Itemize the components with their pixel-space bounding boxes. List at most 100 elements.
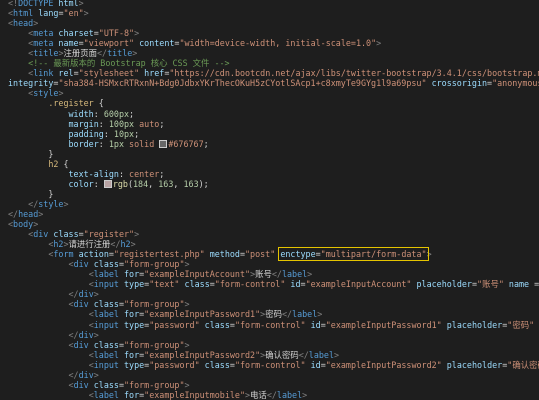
code-token: , [173,178,184,189]
code-token: color [68,178,94,189]
code-token: </ [110,239,121,250]
code-token: class [88,259,119,270]
code-line[interactable]: <!DOCTYPE html> [0,0,539,8]
code-token: margin [68,118,99,129]
code-line[interactable]: <h2>请进行注册</h2> [0,239,539,249]
code-line[interactable]: <title>注册页面</title> [0,48,539,58]
code-token: "form-group" [124,379,185,390]
code-line[interactable]: </head> [0,209,539,219]
code-token: center [129,168,160,179]
code-line[interactable]: <form action="registertest.php" method="… [0,247,539,262]
code-token: input [93,359,119,370]
code-line[interactable]: </div> [0,330,539,340]
code-token: : [98,118,109,129]
code-line[interactable]: </div> [0,289,539,299]
code-token: "exampleInputPassword1" [144,309,261,320]
code-line[interactable]: integrity="sha384-HSMxcRTRxnN+Bdg0JdbxYK… [0,78,539,88]
code-token: ; [129,108,135,119]
code-token: label [93,349,119,360]
code-line[interactable]: <label for="exampleInputmobile">电话</labe… [0,390,539,400]
code-token: div [73,259,89,270]
code-line[interactable]: color: rgb(184, 163, 163); [0,179,539,189]
code-line[interactable]: padding: 10px; [0,129,539,139]
code-line[interactable]: <link rel="stylesheet" href="https://cdn… [0,68,539,78]
code-token: "form-group" [124,299,185,310]
code-token: > [130,239,136,250]
code-token: 10px [113,128,135,139]
code-line[interactable]: text-align: center; [0,169,539,179]
code-token: rel [53,68,74,79]
code-token: placeholder [441,359,503,370]
code-token: #676767 [168,138,204,149]
code-token: DOCTYPE [18,0,54,8]
code-line[interactable]: <label for="exampleInputPassword1">密码</l… [0,309,539,319]
code-area[interactable]: <!DOCTYPE html> <html lang="en"> <head> <m… [0,0,539,400]
code-line[interactable]: </div> [0,370,539,380]
code-token: 1px [108,138,125,149]
code-token: > [63,198,69,209]
code-line[interactable]: <div class="form-group"> [0,299,539,309]
code-token: > [134,28,140,39]
code-token: </ [298,349,309,360]
code-line[interactable]: width: 600px; [0,109,539,119]
code-token: <! [8,0,19,8]
code-line[interactable]: <head> [0,18,539,28]
code-line[interactable]: } [0,189,539,199]
code-token: 电话 [250,389,267,400]
code-token: "exampleInputPassword2" [144,349,261,360]
code-token: class [199,319,230,330]
code-line[interactable]: <meta name="viewport" content="width=dev… [0,38,539,48]
code-token: 密码 [265,309,282,320]
code-token: "https://cdn.bootcdn.net/ajax/libs/twitt… [169,68,539,79]
code-token: "sha384-HSMxcRTRxnN+Bdg0JdbxYKrThecOKuH5… [58,78,427,89]
code-token: { [93,98,104,109]
code-line[interactable]: <style> [0,88,539,98]
code-line[interactable]: <meta charset="UTF-8"> [0,28,539,38]
code-token: label [93,389,119,400]
code-token: "form-control" [234,319,306,330]
code-token: : [118,168,130,179]
code-line[interactable]: <label for="exampleInputAccount">账号</lab… [0,269,539,279]
code-line[interactable]: <div class="register"> [0,229,539,239]
code-token: auto [134,118,160,129]
code-line[interactable]: <div class="form-group"> [0,259,539,269]
code-line[interactable]: } [0,149,539,159]
code-token: > [33,219,39,230]
code-line[interactable]: <body> [0,219,539,229]
code-line[interactable]: margin: 100px auto; [0,119,539,129]
code-line[interactable]: </style> [0,199,539,209]
code-line[interactable]: <input type="password" class="form-contr… [0,320,539,330]
code-line[interactable]: <label for="exampleInputPassword2">确认密码<… [0,350,539,360]
code-editor[interactable]: <!DOCTYPE html> <html lang="en"> <head> <m… [0,0,539,400]
code-line[interactable]: border: 1px solid #676767; [0,139,539,149]
code-token: </ [28,198,39,209]
code-token: 600px [103,108,130,119]
code-line[interactable]: h2 { [0,159,539,169]
color-swatch-icon[interactable] [159,139,168,148]
code-line[interactable]: <input type="password" class="form-contr… [0,360,539,370]
code-line[interactable]: .register { [0,98,539,108]
code-token: 确认密码 [265,349,299,360]
code-token: form [53,249,74,260]
code-line[interactable]: <!-- 最新版本的 Bootstrap 核心 CSS 文件 --> [0,58,539,68]
code-token: class [179,279,210,290]
code-token: charset [53,28,94,39]
code-token: "exampleInputmobile" [144,389,246,400]
code-token: padding [68,128,104,139]
code-line[interactable]: <div class="form-group"> [0,340,539,350]
code-token: > [307,269,313,280]
color-swatch-icon[interactable] [103,179,112,188]
code-line[interactable]: <div class="form-group"> [0,380,539,390]
code-line[interactable]: <html lang="en"> [0,8,539,18]
code-token: for [118,309,140,320]
code-token: class [48,229,79,240]
code-token: { [58,158,69,169]
code-line[interactable]: <input type="text" class="form-control" … [0,279,539,289]
code-token: > [38,208,44,219]
